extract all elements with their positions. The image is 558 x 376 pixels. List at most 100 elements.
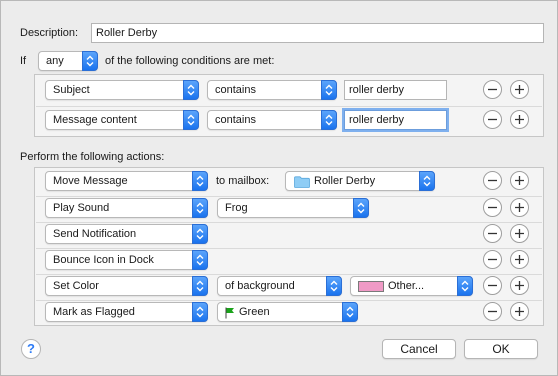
row-divider [36,222,542,223]
minus-icon [488,284,497,287]
condition-field-popup[interactable]: Subject [45,80,199,100]
flag-value: Green [239,306,270,318]
flag-icon [225,307,234,319]
add-action-button[interactable] [510,171,529,190]
condition-operator-popup[interactable]: contains [207,80,337,100]
remove-action-button[interactable] [483,224,502,243]
action-value: Play Sound [53,202,110,214]
mailbox-value: Roller Derby [314,175,376,187]
actions-header-label: Perform the following actions: [20,151,165,163]
popup-arrows-icon [82,51,98,71]
minus-icon [488,179,497,182]
match-value: any [46,55,64,67]
row-divider [36,274,542,275]
plus-icon [515,229,524,238]
action-popup-send-notification[interactable]: Send Notification [45,224,208,244]
remove-action-button[interactable] [483,276,502,295]
add-action-button[interactable] [510,302,529,321]
ok-button[interactable]: OK [464,339,538,359]
popup-arrows-icon [321,80,337,100]
row-divider [36,248,542,249]
rule-dialog: Description: Roller Derby If any of the … [0,0,558,376]
minus-icon [488,206,497,209]
folder-icon [294,176,310,188]
action-value: Send Notification [53,228,137,240]
remove-action-button[interactable] [483,250,502,269]
description-field[interactable]: Roller Derby [91,23,544,43]
minus-icon [488,310,497,313]
plus-icon [515,176,524,185]
remove-action-button[interactable] [483,171,502,190]
popup-arrows-icon [457,276,473,296]
minus-icon [488,118,497,121]
remove-condition-button[interactable] [483,110,502,129]
condition-operator-value: contains [215,84,256,96]
color-target-value: of background [225,280,295,292]
minus-icon [488,88,497,91]
action-value: Set Color [53,280,99,292]
popup-arrows-icon [192,198,208,218]
sound-popup[interactable]: Frog [217,198,369,218]
cancel-button[interactable]: Cancel [382,339,456,359]
help-button[interactable]: ? [21,339,41,359]
remove-condition-button[interactable] [483,80,502,99]
conditions-suffix-label: of the following conditions are met: [105,55,275,67]
popup-arrows-icon [192,171,208,191]
condition-operator-popup[interactable]: contains [207,110,337,130]
action-popup-move-message[interactable]: Move Message [45,171,208,191]
condition-value-field[interactable]: roller derby [344,110,447,130]
condition-field-value: Subject [53,84,90,96]
row-divider [36,196,542,197]
minus-icon [488,232,497,235]
action-popup-bounce-icon[interactable]: Bounce Icon in Dock [45,250,208,270]
popup-arrows-icon [326,276,342,296]
condition-value-field[interactable]: roller derby [344,80,447,100]
match-popup[interactable]: any [38,51,98,71]
popup-arrows-icon [321,110,337,130]
row-divider [36,300,542,301]
minus-icon [488,258,497,261]
plus-icon [515,307,524,316]
add-condition-button[interactable] [510,110,529,129]
action-popup-mark-flagged[interactable]: Mark as Flagged [45,302,208,322]
action-value: Move Message [53,175,128,187]
condition-operator-value: contains [215,114,256,126]
color-value: Other... [388,280,425,292]
remove-action-button[interactable] [483,198,502,217]
popup-arrows-icon [342,302,358,322]
row-divider [36,106,542,107]
description-label: Description: [20,27,79,39]
plus-icon [515,203,524,212]
condition-field-value: Message content [53,114,137,126]
color-target-popup[interactable]: of background [217,276,342,296]
flag-popup[interactable]: Green [217,302,358,322]
popup-arrows-icon [183,80,199,100]
to-mailbox-label: to mailbox: [216,175,270,187]
popup-arrows-icon [192,250,208,270]
action-popup-set-color[interactable]: Set Color [45,276,208,296]
sound-value: Frog [225,202,248,214]
plus-icon [515,85,524,94]
popup-arrows-icon [192,276,208,296]
popup-arrows-icon [192,302,208,322]
if-label: If [20,55,27,67]
condition-field-popup[interactable]: Message content [45,110,199,130]
action-value: Mark as Flagged [53,306,135,318]
popup-arrows-icon [183,110,199,130]
action-popup-play-sound[interactable]: Play Sound [45,198,208,218]
plus-icon [515,255,524,264]
popup-arrows-icon [353,198,369,218]
remove-action-button[interactable] [483,302,502,321]
popup-arrows-icon [419,171,435,191]
add-condition-button[interactable] [510,80,529,99]
add-action-button[interactable] [510,250,529,269]
color-popup[interactable]: Other... [350,276,473,296]
popup-arrows-icon [192,224,208,244]
action-value: Bounce Icon in Dock [53,254,154,266]
mailbox-popup[interactable]: Roller Derby [285,171,435,191]
add-action-button[interactable] [510,224,529,243]
add-action-button[interactable] [510,276,529,295]
add-action-button[interactable] [510,198,529,217]
plus-icon [515,115,524,124]
color-swatch [358,281,384,292]
